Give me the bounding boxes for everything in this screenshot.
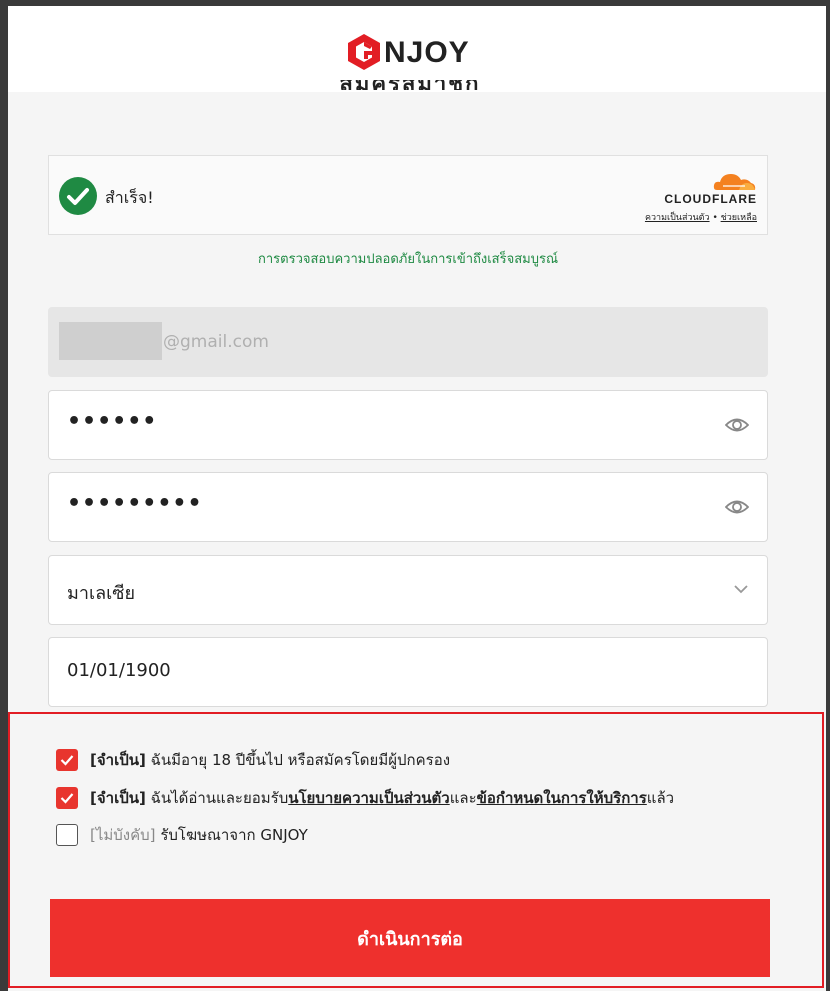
continue-button[interactable]: ดำเนินการต่อ bbox=[50, 899, 770, 977]
email-redacted-block bbox=[59, 322, 162, 360]
page-title: สมัครสมาชิก bbox=[300, 80, 520, 90]
consent-terms-text-post: แล้ว bbox=[646, 789, 675, 807]
link-separator: • bbox=[712, 213, 718, 223]
checkmark-icon bbox=[60, 755, 74, 766]
eye-icon[interactable] bbox=[725, 415, 749, 435]
consent-marketing-text: รับโฆษณาจาก GNJOY bbox=[155, 826, 308, 844]
consent-terms-label: [จำเป็น] ฉันได้อ่านและยอมรับนโยบายความเป… bbox=[90, 786, 674, 810]
logo-text: NJOY bbox=[384, 36, 470, 69]
optional-tag: [ไม่บังคับ] bbox=[90, 826, 156, 844]
chevron-down-icon bbox=[734, 585, 748, 594]
required-tag: [จำเป็น] bbox=[90, 789, 146, 807]
confirm-password-field[interactable]: ••••••••• bbox=[48, 472, 768, 542]
password-field[interactable]: •••••• bbox=[48, 390, 768, 460]
eye-icon[interactable] bbox=[725, 497, 749, 517]
privacy-policy-link[interactable]: นโยบายความเป็นส่วนตัว bbox=[288, 789, 450, 807]
gnjoy-logo[interactable]: NJOY bbox=[344, 32, 489, 76]
gnjoy-logo-mark-icon bbox=[348, 34, 380, 70]
consent-age-row[interactable]: [จำเป็น] ฉันมีอายุ 18 ปีขึ้นไป หรือสมัคร… bbox=[56, 748, 450, 772]
consent-section-highlight: [จำเป็น] ฉันมีอายุ 18 ปีขึ้นไป หรือสมัคร… bbox=[8, 712, 824, 988]
privacy-link[interactable]: ความเป็นส่วนตัว bbox=[645, 213, 710, 223]
password-value: •••••• bbox=[67, 409, 158, 434]
cloudflare-turnstile-widget[interactable]: สำเร็จ! CLOUDFLARE ความเป็นส่วนตัว • ช่ว… bbox=[48, 155, 768, 235]
email-domain-text: @gmail.com bbox=[163, 332, 269, 352]
consent-marketing-row[interactable]: [ไม่บังคับ] รับโฆษณาจาก GNJOY bbox=[56, 823, 308, 847]
consent-age-label: [จำเป็น] ฉันมีอายุ 18 ปีขึ้นไป หรือสมัคร… bbox=[90, 748, 450, 772]
consent-marketing-checkbox[interactable] bbox=[56, 824, 78, 846]
consent-terms-text-pre: ฉันได้อ่านและยอมรับ bbox=[145, 789, 289, 807]
consent-marketing-label: [ไม่บังคับ] รับโฆษณาจาก GNJOY bbox=[90, 823, 308, 847]
help-link[interactable]: ช่วยเหลือ bbox=[721, 213, 757, 223]
check-circle-icon bbox=[59, 177, 97, 215]
consent-age-checkbox[interactable] bbox=[56, 749, 78, 771]
cloudflare-wordmark: CLOUDFLARE bbox=[664, 192, 757, 206]
email-field: @gmail.com bbox=[48, 307, 768, 377]
window-frame-left bbox=[0, 0, 8, 991]
consent-terms-checkbox[interactable] bbox=[56, 787, 78, 809]
birthdate-field[interactable]: 01/01/1900 bbox=[48, 637, 768, 707]
verification-message: การตรวจสอบความปลอดภัยในการเข้าถึงเสร็จสม… bbox=[257, 252, 559, 267]
confirm-password-value: ••••••••• bbox=[67, 491, 203, 516]
cloudflare-links: ความเป็นส่วนตัว • ช่วยเหลือ bbox=[645, 210, 757, 224]
captcha-status-text: สำเร็จ! bbox=[105, 188, 154, 207]
consent-terms-row[interactable]: [จำเป็น] ฉันได้อ่านและยอมรับนโยบายความเป… bbox=[56, 786, 674, 810]
consent-terms-text-mid: และ bbox=[449, 789, 477, 807]
cloudflare-cloud-icon bbox=[713, 174, 756, 190]
window-frame-right bbox=[826, 0, 830, 991]
required-tag: [จำเป็น] bbox=[90, 751, 146, 769]
country-value: มาเลเซีย bbox=[67, 583, 136, 604]
consent-age-text: ฉันมีอายุ 18 ปีขึ้นไป หรือสมัครโดยมีผู้ป… bbox=[145, 751, 451, 769]
birthdate-value: 01/01/1900 bbox=[67, 660, 171, 681]
terms-of-service-link[interactable]: ข้อกำหนดในการให้บริการ bbox=[477, 789, 647, 807]
cloudflare-logo: CLOUDFLARE ความเป็นส่วนตัว • ช่วยเหลือ bbox=[637, 170, 757, 230]
country-select[interactable]: มาเลเซีย bbox=[48, 555, 768, 625]
checkmark-icon bbox=[60, 793, 74, 804]
